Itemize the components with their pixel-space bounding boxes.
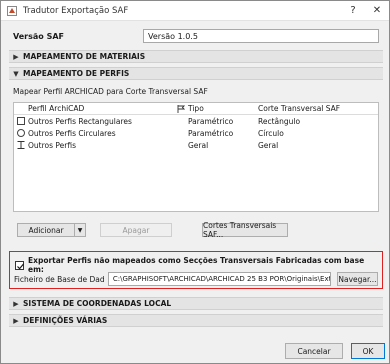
section-materiais[interactable]: ▶ MAPEAMENTO DE MATERIAIS [9, 50, 383, 63]
table-row[interactable]: Outros Perfis Circulares Paramétrico Cír… [14, 127, 378, 139]
section-materiais-label: MAPEAMENTO DE MATERIAIS [23, 52, 146, 61]
row-corte: Círculo [258, 128, 284, 138]
dialog-window: Tradutor Exportação SAF ? ✕ Versão SAF V… [0, 0, 390, 364]
navegar-button[interactable]: Navegar... [336, 272, 379, 286]
row-tipo: Paramétrico [188, 128, 234, 138]
row-perfil: Outros Perfis [28, 140, 76, 150]
section-coordenadas[interactable]: ▶ SISTEMA DE COORDENADAS LOCAL [9, 297, 383, 310]
row-tipo: Paramétrico [188, 116, 234, 126]
table-buttons: Adicionar ▼ Apagar Cortes Transversais S… [17, 221, 288, 239]
database-path-field[interactable]: C:\GRAPHISOFT\ARCHICAD\ARCHICAD 25 B3 PO… [107, 272, 331, 286]
flag-icon [174, 104, 188, 113]
i-beam-icon [17, 141, 25, 149]
adicionar-dropdown-button[interactable]: ▼ [74, 223, 86, 237]
chevron-down-icon: ▼ [13, 69, 19, 78]
column-perfil[interactable]: Perfil ArchiCAD [28, 104, 84, 113]
ok-button[interactable]: OK [351, 343, 385, 359]
table-header: Perfil ArchiCAD Tipo Corte Transversal S… [14, 103, 378, 115]
column-tipo[interactable]: Tipo [188, 104, 204, 113]
version-label: Versão SAF [13, 31, 64, 41]
checkmark-icon [17, 263, 24, 269]
square-outline-icon [17, 117, 25, 125]
export-unmapped-checkbox[interactable] [15, 260, 24, 270]
adicionar-button[interactable]: Adicionar [17, 223, 75, 237]
window-title: Tradutor Exportação SAF [23, 5, 129, 16]
perfis-description: Mapear Perfil ARCHICAD para Corte Transv… [13, 87, 208, 96]
apagar-button[interactable]: Apagar [100, 223, 172, 237]
app-icon [7, 5, 17, 16]
chevron-right-icon: ▶ [13, 299, 19, 308]
dialog-footer: Cancelar OK [1, 331, 389, 363]
version-row: Versão SAF Versão 1.0.5 [13, 29, 379, 43]
close-button[interactable]: ✕ [365, 1, 389, 21]
profile-mapping-table: Perfil ArchiCAD Tipo Corte Transversal S… [13, 102, 379, 212]
version-field[interactable]: Versão 1.0.5 [143, 29, 379, 43]
section-definicoes-label: DEFINIÇÕES VÁRIAS [23, 316, 108, 325]
cancel-button[interactable]: Cancelar [285, 343, 343, 359]
row-perfil: Outros Perfis Rectangulares [28, 116, 132, 126]
row-tipo: Geral [188, 140, 209, 150]
table-row[interactable]: Outros Perfis Geral Geral [14, 139, 378, 151]
section-perfis-label: MAPEAMENTO DE PERFIS [23, 69, 130, 78]
chevron-right-icon: ▶ [13, 316, 19, 325]
help-button[interactable]: ? [341, 1, 365, 21]
section-coordenadas-label: SISTEMA DE COORDENADAS LOCAL [23, 299, 172, 308]
row-corte: Rectângulo [258, 116, 301, 126]
section-definicoes[interactable]: ▶ DEFINIÇÕES VÁRIAS [9, 314, 383, 327]
row-perfil: Outros Perfis Circulares [28, 128, 116, 138]
title-bar: Tradutor Exportação SAF ? ✕ [1, 1, 389, 21]
chevron-right-icon: ▶ [13, 52, 19, 61]
column-corte[interactable]: Corte Transversal SAF [258, 104, 340, 113]
table-row[interactable]: Outros Perfis Rectangulares Paramétrico … [14, 115, 378, 127]
export-unmapped-box: Exportar Perfis não mapeados como Secçõe… [9, 251, 383, 289]
cortes-transversais-button[interactable]: Cortes Transversais SAF... [202, 221, 288, 239]
circle-outline-icon [17, 129, 25, 137]
database-file-row: Ficheiro de Base de Dad C:\GRAPHISOFT\AR… [14, 272, 379, 286]
database-file-label: Ficheiro de Base de Dad [14, 274, 105, 284]
section-perfis[interactable]: ▼ MAPEAMENTO DE PERFIS [9, 67, 383, 80]
row-corte: Geral [258, 140, 279, 150]
